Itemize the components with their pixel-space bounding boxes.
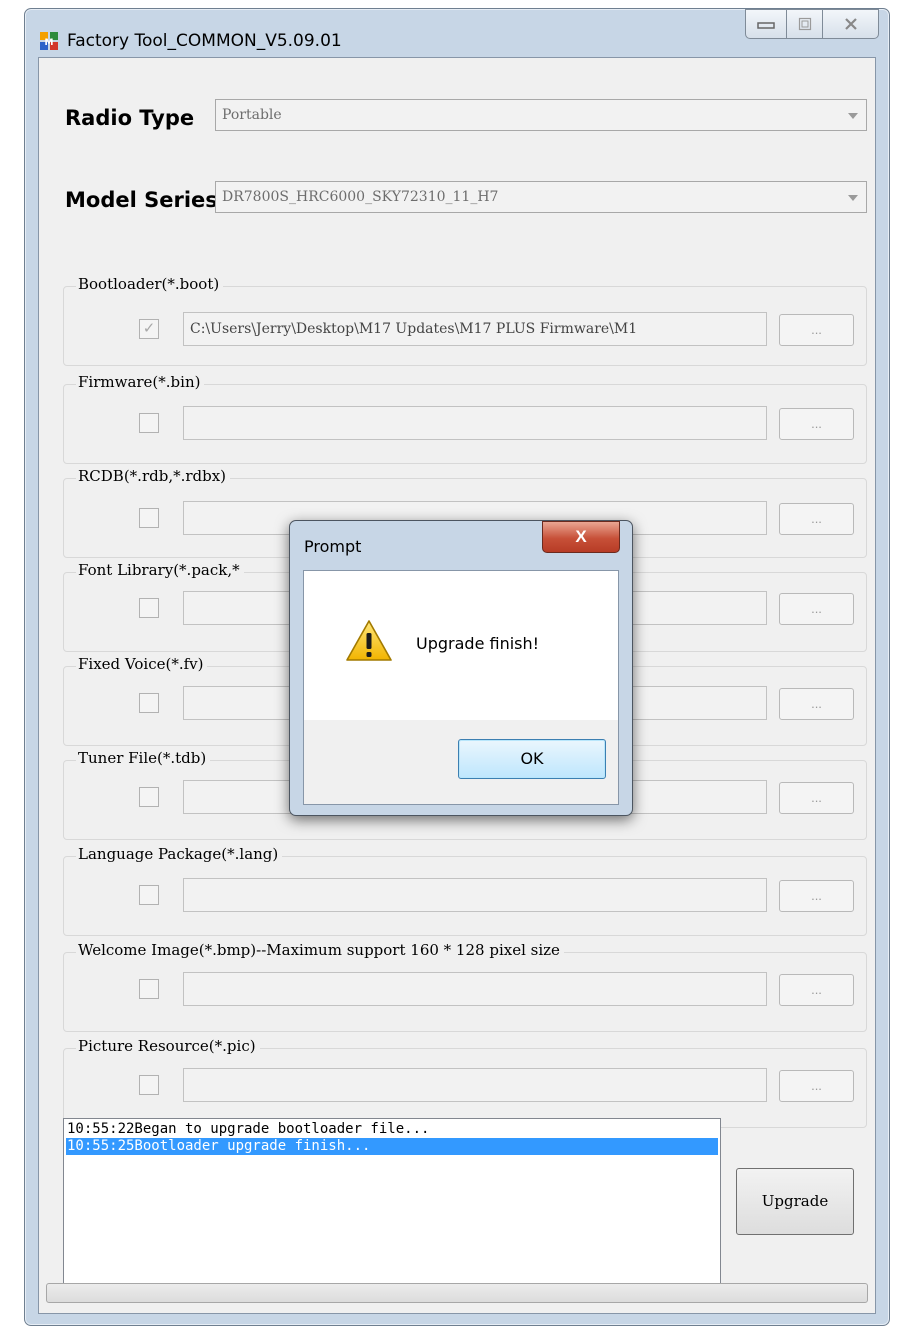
- group-label: Tuner File(*.tdb): [76, 749, 211, 767]
- chevron-down-icon: [848, 113, 858, 119]
- dialog-body: Upgrade finish! OK: [303, 570, 619, 805]
- firmware-path-field[interactable]: [183, 406, 767, 440]
- rcdb-checkbox[interactable]: [139, 508, 159, 528]
- language-package-group: Language Package(*.lang) ...: [63, 845, 867, 936]
- group-label: Font Library(*.pack,*: [76, 561, 244, 579]
- progress-bar: [46, 1283, 868, 1303]
- dialog-title: Prompt: [304, 537, 362, 556]
- svg-text:M: M: [45, 38, 54, 48]
- checkmark-icon: ✓: [142, 320, 156, 337]
- dialog-footer: OK: [304, 720, 618, 804]
- bootloader-browse-button[interactable]: ...: [779, 314, 854, 346]
- bootloader-path-field[interactable]: C:\Users\Jerry\Desktop\M17 Updates\M17 P…: [183, 312, 767, 346]
- prompt-dialog: Prompt X Upgrade finish! OK: [289, 520, 633, 816]
- app-icon: M: [40, 32, 58, 50]
- radio-type-label: Radio Type: [65, 106, 195, 130]
- language-package-checkbox[interactable]: [139, 885, 159, 905]
- welcome-image-browse-button[interactable]: ...: [779, 974, 854, 1006]
- firmware-checkbox[interactable]: [139, 413, 159, 433]
- font-library-browse-button[interactable]: ...: [779, 593, 854, 625]
- radio-type-select[interactable]: Portable: [215, 99, 867, 131]
- log-line-selected[interactable]: 10:55:25Bootloader upgrade finish...: [66, 1138, 718, 1155]
- log-line[interactable]: 10:55:22Began to upgrade bootloader file…: [66, 1121, 718, 1138]
- rcdb-browse-button[interactable]: ...: [779, 503, 854, 535]
- group-label: RCDB(*.rdb,*.rdbx): [76, 467, 231, 485]
- picture-resource-checkbox[interactable]: [139, 1075, 159, 1095]
- tuner-file-checkbox[interactable]: [139, 787, 159, 807]
- picture-resource-browse-button[interactable]: ...: [779, 1070, 854, 1102]
- font-library-checkbox[interactable]: [139, 598, 159, 618]
- model-series-select[interactable]: DR7800S_HRC6000_SKY72310_11_H7: [215, 181, 867, 213]
- close-icon: X: [575, 527, 587, 546]
- welcome-image-group: Welcome Image(*.bmp)--Maximum support 16…: [63, 941, 867, 1032]
- firmware-browse-button[interactable]: ...: [779, 408, 854, 440]
- language-package-browse-button[interactable]: ...: [779, 880, 854, 912]
- group-label: Welcome Image(*.bmp)--Maximum support 16…: [76, 941, 564, 959]
- model-series-label: Model Series: [65, 188, 218, 212]
- model-series-value: DR7800S_HRC6000_SKY72310_11_H7: [222, 189, 499, 205]
- firmware-group: Firmware(*.bin) ...: [63, 373, 867, 464]
- group-label: Picture Resource(*.pic): [76, 1037, 260, 1055]
- group-label: Firmware(*.bin): [76, 373, 205, 391]
- minimize-icon: [757, 22, 775, 29]
- close-button[interactable]: [823, 9, 879, 39]
- picture-resource-group: Picture Resource(*.pic) ...: [63, 1037, 867, 1128]
- minimize-button[interactable]: [745, 9, 787, 39]
- caption-buttons: [745, 9, 879, 41]
- radio-type-value: Portable: [222, 107, 282, 123]
- upgrade-button[interactable]: Upgrade: [736, 1168, 854, 1235]
- fixed-voice-browse-button[interactable]: ...: [779, 688, 854, 720]
- close-icon: [844, 18, 857, 30]
- window-title: Factory Tool_COMMON_V5.09.01: [67, 31, 342, 51]
- ok-button[interactable]: OK: [458, 739, 606, 779]
- chevron-down-icon: [848, 195, 858, 201]
- language-package-path-field[interactable]: [183, 878, 767, 912]
- welcome-image-checkbox[interactable]: [139, 979, 159, 999]
- maximize-icon: [798, 17, 811, 31]
- dialog-message: Upgrade finish!: [416, 634, 540, 653]
- welcome-image-path-field[interactable]: [183, 972, 767, 1006]
- group-label: Bootloader(*.boot): [76, 275, 224, 293]
- picture-resource-path-field[interactable]: [183, 1068, 767, 1102]
- bootloader-checkbox[interactable]: ✓: [139, 319, 159, 339]
- maximize-button[interactable]: [787, 9, 823, 39]
- group-label: Language Package(*.lang): [76, 845, 283, 863]
- fixed-voice-checkbox[interactable]: [139, 693, 159, 713]
- bootloader-group: Bootloader(*.boot) ✓ C:\Users\Jerry\Desk…: [63, 275, 867, 366]
- group-label: Fixed Voice(*.fv): [76, 655, 208, 673]
- tuner-file-browse-button[interactable]: ...: [779, 782, 854, 814]
- warning-icon: [346, 620, 392, 661]
- dialog-close-button[interactable]: X: [542, 521, 620, 553]
- log-list[interactable]: 10:55:22Began to upgrade bootloader file…: [63, 1118, 721, 1296]
